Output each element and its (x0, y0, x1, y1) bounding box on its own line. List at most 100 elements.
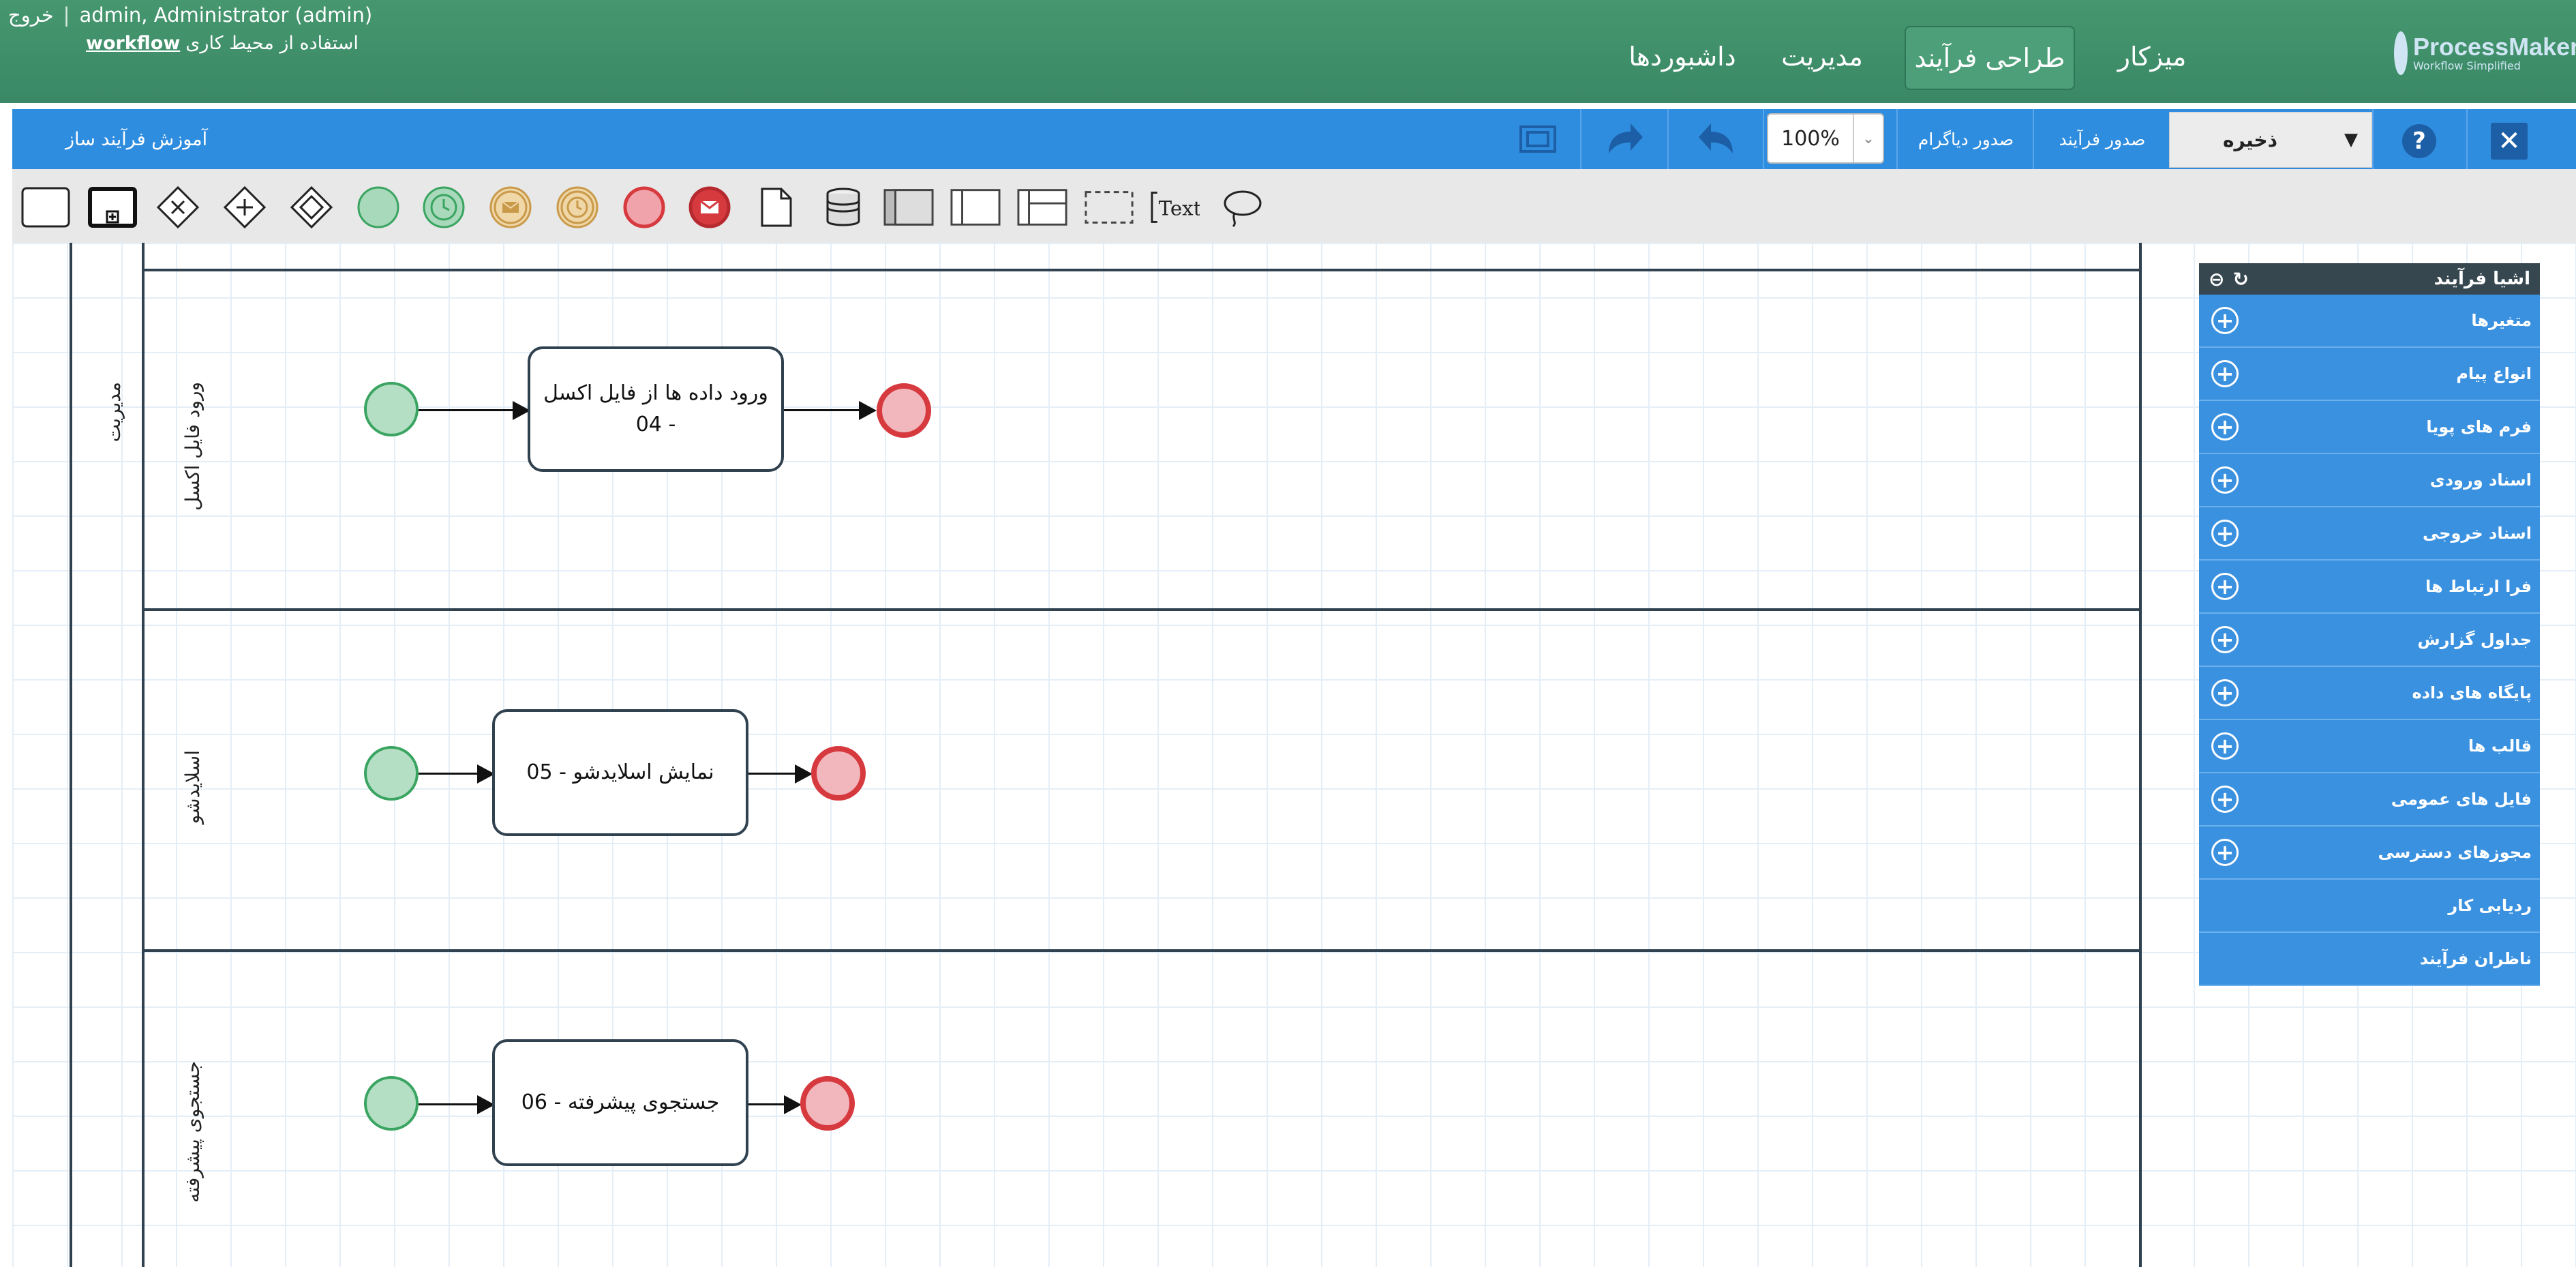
export-process-button[interactable]: صدور فرآیند (2033, 109, 2170, 169)
group-icon[interactable] (1084, 185, 1134, 229)
lane-divider (142, 269, 2142, 271)
start-message-event-icon[interactable] (485, 185, 536, 229)
add-icon[interactable]: + (2211, 679, 2239, 706)
panel-item[interactable]: + انواع پیام (2199, 348, 2540, 401)
task-shape-icon[interactable] (20, 185, 71, 229)
pool-label[interactable]: مدیریت (102, 382, 125, 442)
task-slideshow[interactable]: نمایش اسلایدشو - 05 (492, 709, 748, 836)
user-bar: خروج | admin, Administrator (admin) (8, 1, 372, 29)
data-store-icon[interactable] (818, 185, 868, 229)
panel-item-label: اسناد ورودی (2429, 471, 2532, 490)
arrow-head-icon (859, 401, 877, 420)
start-event[interactable] (364, 1076, 419, 1131)
panel-item[interactable]: + فایل های عمومی (2199, 773, 2540, 826)
collapse-icon[interactable]: ⊖ (2209, 268, 2224, 290)
panel-item[interactable]: + جداول گزارش (2199, 614, 2540, 667)
end-event[interactable] (800, 1076, 855, 1131)
panel-item-label: اسناد خروجی (2422, 524, 2532, 543)
workspace-name[interactable]: workflow (86, 33, 180, 54)
panel-header-controls: ⊖ ↻ (2209, 268, 2249, 290)
text-annotation-icon[interactable]: Text (1149, 185, 1200, 229)
sequence-flow[interactable] (419, 409, 515, 411)
sequence-flow[interactable] (419, 1103, 480, 1105)
add-icon[interactable]: + (2211, 626, 2239, 653)
intermediate-timer-event-icon[interactable] (552, 185, 603, 229)
separator: | (63, 3, 70, 27)
redo-button[interactable] (1580, 109, 1669, 169)
task-advanced-search[interactable]: جستجوی پیشرفته - 06 (492, 1039, 748, 1166)
add-icon[interactable]: + (2211, 413, 2239, 441)
panel-item[interactable]: + مجوزهای دسترسی (2199, 826, 2540, 880)
inclusive-gateway-icon[interactable] (286, 185, 337, 229)
help-icon[interactable]: ? (2402, 124, 2436, 158)
export-diagram-button[interactable]: صدور دیاگرام (1896, 109, 2034, 169)
sequence-flow[interactable] (748, 1103, 787, 1105)
nav-admin[interactable]: مدیریت (1771, 26, 1873, 87)
panel-item-label: پایگاه های داده (2412, 683, 2532, 702)
fit-view-button[interactable] (1496, 109, 1580, 169)
end-event[interactable] (877, 383, 931, 438)
panel-item[interactable]: ردیابی کار (2199, 880, 2540, 933)
data-object-icon[interactable] (751, 185, 802, 229)
add-icon[interactable]: + (2211, 732, 2239, 760)
start-event-icon[interactable] (353, 185, 404, 229)
undo-icon (1699, 123, 1733, 153)
panel-header: ⊖ ↻ اشیا فرآیند (2199, 263, 2540, 295)
subprocess-shape-icon[interactable] (87, 185, 138, 229)
add-icon[interactable]: + (2211, 573, 2239, 600)
panel-item[interactable]: ناظران فرآیند (2199, 933, 2540, 986)
sequence-flow[interactable] (748, 773, 798, 775)
add-icon[interactable]: + (2211, 786, 2239, 813)
pool-horizontal-icon[interactable] (883, 185, 934, 229)
task-excel-import[interactable]: ورود داده ها از فایل اکسل - 04 (528, 346, 784, 472)
panel-item[interactable]: + قالب ها (2199, 720, 2540, 773)
add-icon[interactable]: + (2211, 520, 2239, 547)
arrow-head-icon (784, 1095, 802, 1114)
nav-dashboards[interactable]: داشبوردها (1621, 26, 1744, 87)
sequence-flow[interactable] (419, 773, 480, 775)
panel-item-label: ناظران فرآیند (2419, 949, 2532, 968)
close-icon[interactable]: ✕ (2491, 123, 2528, 160)
workspace-info: workflow استفاده از محیط کاری (86, 33, 359, 54)
zoom-select[interactable]: 100% ⌄ (1767, 113, 1884, 164)
pool-header-border (142, 243, 145, 1267)
end-message-event-icon[interactable] (684, 185, 735, 229)
lane-label[interactable]: ورود فایل اکسل (181, 382, 204, 511)
pool-border-right (2139, 243, 2142, 1267)
panel-item[interactable]: + فرا ارتباط ها (2199, 561, 2540, 614)
sequence-flow[interactable] (784, 409, 862, 411)
add-icon[interactable]: + (2211, 466, 2239, 494)
undo-button[interactable] (1667, 109, 1764, 169)
exclusive-gateway-icon[interactable] (153, 185, 203, 229)
panel-item[interactable]: + متغیرها (2199, 295, 2540, 348)
parallel-gateway-icon[interactable] (219, 185, 270, 229)
add-icon[interactable]: + (2211, 360, 2239, 387)
start-event[interactable] (364, 746, 419, 801)
lane-divider (142, 608, 2142, 611)
pool-vertical-icon[interactable] (950, 185, 1001, 229)
start-timer-event-icon[interactable] (419, 185, 469, 229)
zoom-value: 100% (1781, 126, 1840, 151)
lasso-icon[interactable] (1216, 185, 1267, 229)
nav-designer[interactable]: طراحی فرآیند (1905, 26, 2075, 90)
user-name: admin, Administrator (admin) (79, 3, 373, 27)
logout-link[interactable]: خروج (8, 3, 54, 27)
panel-item[interactable]: + اسناد خروجی (2199, 507, 2540, 561)
start-event[interactable] (364, 382, 419, 436)
lane-label[interactable]: اسلایدشو (181, 750, 204, 824)
fullscreen-icon (1519, 125, 1556, 153)
lane-icon[interactable] (1017, 185, 1067, 229)
chevron-down-icon: ⌄ (1853, 115, 1883, 162)
lane-label[interactable]: جستجوی پیشرفته (181, 1061, 204, 1203)
panel-item[interactable]: + اسناد ورودی (2199, 454, 2540, 507)
panel-item[interactable]: + فرم های پویا (2199, 401, 2540, 454)
end-event-icon[interactable] (619, 185, 669, 229)
nav-home[interactable]: میزکار (2108, 26, 2196, 87)
add-icon[interactable]: + (2211, 307, 2239, 334)
panel-item[interactable]: + پایگاه های داده (2199, 667, 2540, 720)
text-annotation-label: Text (1159, 197, 1200, 220)
save-dropdown[interactable]: ذخیره ▼ (2169, 112, 2372, 168)
refresh-icon[interactable]: ↻ (2232, 268, 2248, 290)
add-icon[interactable]: + (2211, 839, 2239, 866)
end-event[interactable] (811, 746, 866, 801)
